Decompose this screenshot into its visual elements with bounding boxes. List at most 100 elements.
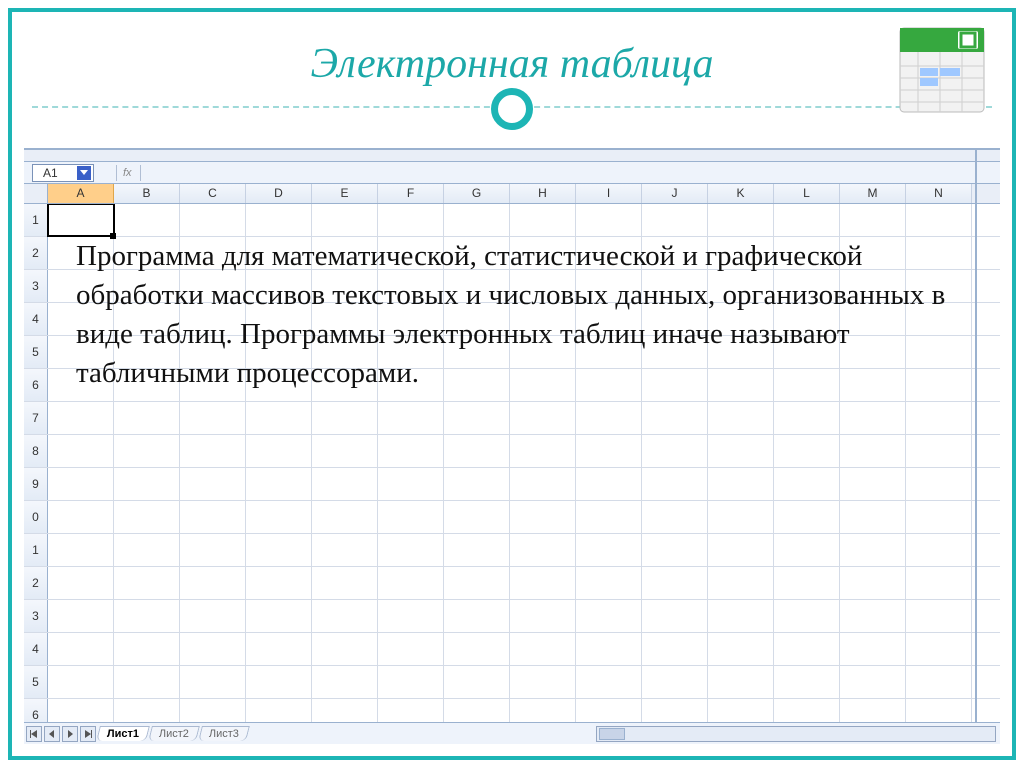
cell[interactable]: [378, 666, 444, 698]
row-header[interactable]: 1: [24, 534, 48, 566]
cell[interactable]: [576, 567, 642, 599]
cell[interactable]: [444, 699, 510, 722]
cell[interactable]: [312, 567, 378, 599]
cell[interactable]: [840, 204, 906, 236]
row-header[interactable]: 0: [24, 501, 48, 533]
cell[interactable]: [906, 402, 972, 434]
row-header[interactable]: 5: [24, 666, 48, 698]
cell[interactable]: [48, 204, 114, 236]
tab-nav-last[interactable]: [80, 726, 96, 742]
cell[interactable]: [708, 435, 774, 467]
sheet-tab-2[interactable]: Лист2: [148, 726, 200, 741]
cell[interactable]: [576, 468, 642, 500]
row-header[interactable]: 1: [24, 204, 48, 236]
cell[interactable]: [180, 468, 246, 500]
cell[interactable]: [840, 666, 906, 698]
column-header[interactable]: F: [378, 184, 444, 203]
cell[interactable]: [114, 600, 180, 632]
cell[interactable]: [48, 501, 114, 533]
cell[interactable]: [576, 501, 642, 533]
cell[interactable]: [180, 402, 246, 434]
column-header[interactable]: K: [708, 184, 774, 203]
column-header[interactable]: M: [840, 184, 906, 203]
cell[interactable]: [510, 567, 576, 599]
cell[interactable]: [180, 204, 246, 236]
cell[interactable]: [708, 468, 774, 500]
cell[interactable]: [840, 501, 906, 533]
cell[interactable]: [774, 600, 840, 632]
cell[interactable]: [840, 699, 906, 722]
column-header[interactable]: C: [180, 184, 246, 203]
scrollbar-thumb[interactable]: [599, 728, 625, 740]
cell[interactable]: [576, 435, 642, 467]
column-header[interactable]: B: [114, 184, 180, 203]
cell[interactable]: [840, 600, 906, 632]
cell[interactable]: [246, 567, 312, 599]
cell[interactable]: [576, 666, 642, 698]
row-header[interactable]: 7: [24, 402, 48, 434]
cell[interactable]: [246, 468, 312, 500]
cell[interactable]: [444, 435, 510, 467]
cell[interactable]: [48, 402, 114, 434]
cell[interactable]: [114, 534, 180, 566]
cell[interactable]: [906, 468, 972, 500]
row-header[interactable]: 6: [24, 369, 48, 401]
cell[interactable]: [510, 402, 576, 434]
cell[interactable]: [840, 567, 906, 599]
cell[interactable]: [312, 402, 378, 434]
cell[interactable]: [378, 204, 444, 236]
cell[interactable]: [642, 567, 708, 599]
name-box-dropdown-icon[interactable]: [77, 166, 91, 180]
cell[interactable]: [642, 699, 708, 722]
column-header[interactable]: D: [246, 184, 312, 203]
row-header[interactable]: 3: [24, 270, 48, 302]
cell[interactable]: [246, 501, 312, 533]
cell[interactable]: [444, 468, 510, 500]
fx-label[interactable]: fx: [123, 167, 132, 179]
sheet-tab-active[interactable]: Лист1: [96, 726, 150, 741]
cell[interactable]: [378, 501, 444, 533]
cell[interactable]: [378, 402, 444, 434]
cell[interactable]: [378, 468, 444, 500]
cell[interactable]: [444, 534, 510, 566]
cell[interactable]: [840, 435, 906, 467]
cell[interactable]: [246, 402, 312, 434]
cell[interactable]: [48, 699, 114, 722]
cell[interactable]: [906, 534, 972, 566]
cell[interactable]: [906, 666, 972, 698]
cell[interactable]: [48, 666, 114, 698]
cell[interactable]: [774, 633, 840, 665]
row-header[interactable]: 8: [24, 435, 48, 467]
tab-nav-first[interactable]: [26, 726, 42, 742]
cell[interactable]: [114, 402, 180, 434]
cell[interactable]: [774, 435, 840, 467]
cell[interactable]: [180, 633, 246, 665]
cell[interactable]: [774, 699, 840, 722]
cell[interactable]: [48, 600, 114, 632]
cell[interactable]: [114, 501, 180, 533]
cell[interactable]: [312, 699, 378, 722]
horizontal-scrollbar[interactable]: [596, 726, 996, 742]
cell[interactable]: [312, 468, 378, 500]
cell[interactable]: [510, 666, 576, 698]
cell[interactable]: [48, 435, 114, 467]
cell[interactable]: [48, 633, 114, 665]
select-all-corner[interactable]: [24, 184, 48, 203]
cell[interactable]: [312, 204, 378, 236]
cell[interactable]: [576, 204, 642, 236]
row-header[interactable]: 5: [24, 336, 48, 368]
cell[interactable]: [510, 699, 576, 722]
name-box[interactable]: A1: [32, 164, 94, 182]
cell[interactable]: [642, 666, 708, 698]
cell[interactable]: [774, 567, 840, 599]
cell[interactable]: [48, 468, 114, 500]
cell[interactable]: [114, 435, 180, 467]
cell[interactable]: [378, 633, 444, 665]
cell[interactable]: [378, 435, 444, 467]
cell[interactable]: [708, 600, 774, 632]
cell[interactable]: [444, 633, 510, 665]
cell[interactable]: [180, 435, 246, 467]
cell[interactable]: [708, 402, 774, 434]
row-header[interactable]: 2: [24, 237, 48, 269]
cell[interactable]: [840, 468, 906, 500]
